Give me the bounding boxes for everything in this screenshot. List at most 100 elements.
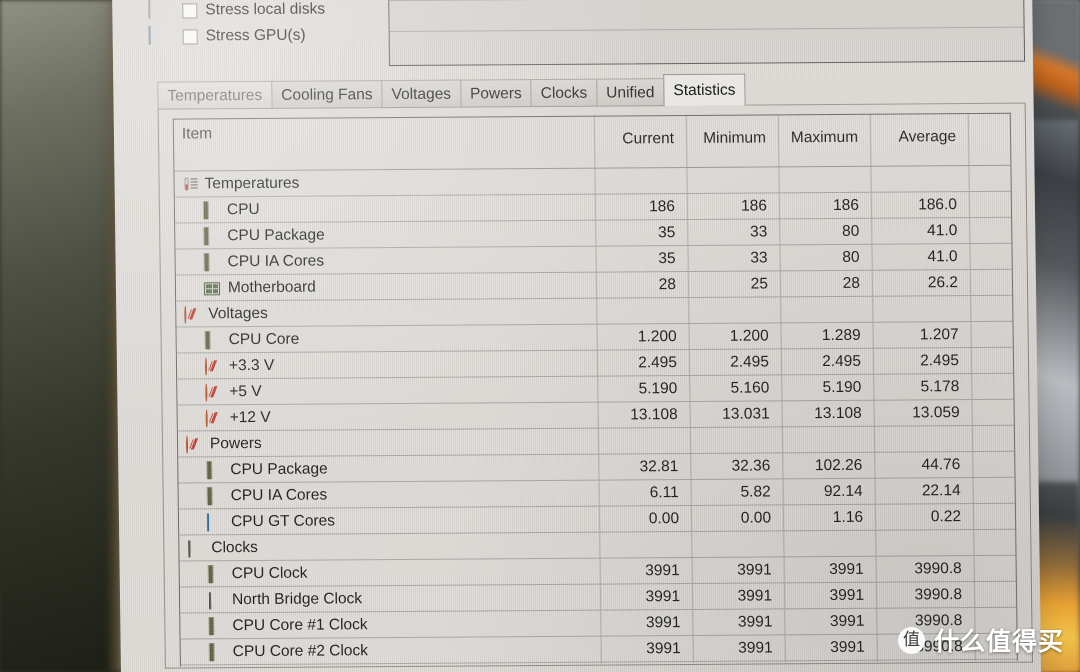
group-label-cell: Clocks bbox=[179, 536, 599, 557]
current-cell: 35 bbox=[595, 245, 688, 272]
item-label: CPU Core #2 Clock bbox=[232, 641, 369, 660]
ram-chip-icon bbox=[208, 591, 226, 609]
row-spacer bbox=[972, 477, 1015, 503]
minimum-cell: 3991 bbox=[692, 661, 786, 667]
row-spacer bbox=[969, 243, 1012, 270]
average-cell: 44.76 bbox=[874, 451, 973, 478]
tab-voltages[interactable]: Voltages bbox=[381, 79, 462, 109]
maximum-cell: 3991 bbox=[784, 608, 877, 635]
item-label: CPU Core #1 Clock bbox=[232, 615, 368, 634]
item-label: CPU GT Cores bbox=[230, 511, 336, 530]
group-label: Voltages bbox=[208, 304, 268, 322]
group-label: Powers bbox=[209, 434, 262, 452]
maximum-cell: 92.14 bbox=[782, 478, 875, 505]
current-cell: 2.495 bbox=[596, 349, 690, 376]
group-label-cell: Temperatures bbox=[174, 172, 594, 193]
item-cell: Motherboard bbox=[176, 276, 596, 297]
column-header-current[interactable]: Current bbox=[593, 115, 687, 168]
minimum-cell: 25 bbox=[687, 271, 781, 297]
group-empty-cell bbox=[599, 531, 692, 558]
status-log-box bbox=[387, 0, 1026, 67]
current-cell: 3991 bbox=[599, 557, 692, 584]
item-cell: CPU IA Cores bbox=[176, 250, 596, 272]
row-spacer bbox=[973, 581, 1017, 607]
cpu-chip-icon bbox=[204, 328, 223, 350]
row-spacer bbox=[968, 191, 1012, 218]
stress-option-label: Stress local disks bbox=[205, 0, 326, 19]
item-label: CPU IA Cores bbox=[230, 486, 328, 504]
average-cell: 3990.8 bbox=[875, 555, 974, 582]
tab-unified[interactable]: Unified bbox=[596, 78, 665, 107]
average-cell: 22.14 bbox=[874, 477, 973, 504]
current-cell: 3991 bbox=[600, 635, 693, 662]
bolt-icon bbox=[185, 434, 204, 454]
item-label: CPU bbox=[226, 200, 260, 218]
bolt-icon bbox=[204, 356, 223, 376]
item-label: CPU Package bbox=[230, 459, 328, 478]
tab-statistics[interactable]: Statistics bbox=[663, 73, 746, 107]
maximum-cell: 102.26 bbox=[782, 452, 875, 479]
minimum-cell: 33 bbox=[687, 245, 780, 271]
row-spacer bbox=[971, 425, 1015, 451]
cpu-chip-icon bbox=[206, 484, 225, 506]
average-cell: 5.178 bbox=[873, 374, 972, 400]
row-spacer bbox=[972, 451, 1015, 477]
group-label: Temperatures bbox=[204, 174, 300, 192]
column-header-average[interactable]: Average bbox=[869, 114, 969, 166]
item-cell: CPU Core #1 Clock bbox=[180, 614, 600, 636]
aida64-stability-test-window: Stress system memoryStress local disksSt… bbox=[130, 0, 1033, 672]
current-cell: 1.200 bbox=[596, 323, 689, 350]
item-cell: CPU GT Cores bbox=[179, 510, 599, 532]
row-spacer bbox=[972, 503, 1016, 529]
cpu-chip-icon bbox=[207, 562, 226, 584]
photo-of-monitor: Stress system memoryStress local disksSt… bbox=[0, 0, 1080, 672]
group-empty-cell bbox=[691, 531, 784, 557]
minimum-cell: 32.36 bbox=[690, 453, 783, 479]
group-empty-cell bbox=[597, 427, 691, 454]
thermometer-icon bbox=[182, 176, 198, 192]
stress-option-checkbox[interactable] bbox=[182, 2, 198, 19]
minimum-cell: 3991 bbox=[691, 557, 784, 583]
column-header-maximum[interactable]: Maximum bbox=[777, 114, 871, 167]
maximum-cell: 1.16 bbox=[782, 504, 876, 531]
maximum-cell: 1.289 bbox=[780, 322, 873, 349]
stress-option-row[interactable]: Stress local disks bbox=[138, 0, 390, 24]
column-header-minimum[interactable]: Minimum bbox=[685, 115, 779, 167]
cpu-chip-icon bbox=[208, 614, 226, 636]
current-cell: 13.108 bbox=[597, 401, 690, 428]
item-cell: CPU Package bbox=[175, 224, 595, 246]
item-cell: CPU Package bbox=[178, 458, 598, 480]
row-spacer bbox=[969, 217, 1012, 244]
item-cell: +5 V bbox=[177, 380, 597, 402]
current-cell: 3991 bbox=[600, 609, 693, 636]
monitor-screen: Stress system memoryStress local disksSt… bbox=[112, 0, 1042, 672]
watermark: 值 什么值得买 bbox=[897, 622, 1064, 658]
average-cell: 0.22 bbox=[874, 503, 974, 530]
row-spacer bbox=[973, 529, 1016, 555]
group-empty-cell bbox=[781, 426, 875, 453]
stress-option-row[interactable]: Stress GPU(s) bbox=[138, 22, 390, 50]
maximum-cell: 3991 bbox=[784, 660, 878, 667]
tab-clocks[interactable]: Clocks bbox=[530, 78, 598, 108]
tab-cooling-fans[interactable]: Cooling Fans bbox=[271, 80, 383, 109]
tab-powers[interactable]: Powers bbox=[459, 79, 532, 108]
column-header-item[interactable]: Item bbox=[174, 123, 595, 171]
row-spacer bbox=[969, 269, 1013, 296]
item-cell: CPU Core #2 Clock bbox=[181, 640, 601, 662]
group-label: Clocks bbox=[211, 538, 258, 556]
group-label-cell: Voltages bbox=[176, 302, 596, 324]
maximum-cell: 3991 bbox=[783, 556, 876, 583]
minimum-cell: 5.160 bbox=[689, 375, 782, 401]
statistics-table[interactable]: Item Current Minimum Maximum Average Temperat… bbox=[172, 112, 1018, 667]
item-label: Motherboard bbox=[227, 278, 316, 296]
stress-option-label: Stress GPU(s) bbox=[205, 26, 306, 45]
group-empty-cell bbox=[872, 296, 971, 322]
cpu-chip-icon bbox=[208, 640, 227, 662]
item-cell: CPU IA Cores bbox=[179, 484, 599, 506]
item-cell: +3.3 V bbox=[177, 354, 597, 376]
average-cell: 41.0 bbox=[871, 218, 970, 244]
minimum-cell: 2.495 bbox=[688, 349, 782, 375]
tab-temperatures[interactable]: Temperatures bbox=[157, 80, 273, 110]
group-empty-cell bbox=[783, 530, 876, 557]
stress-option-checkbox[interactable] bbox=[182, 28, 198, 45]
